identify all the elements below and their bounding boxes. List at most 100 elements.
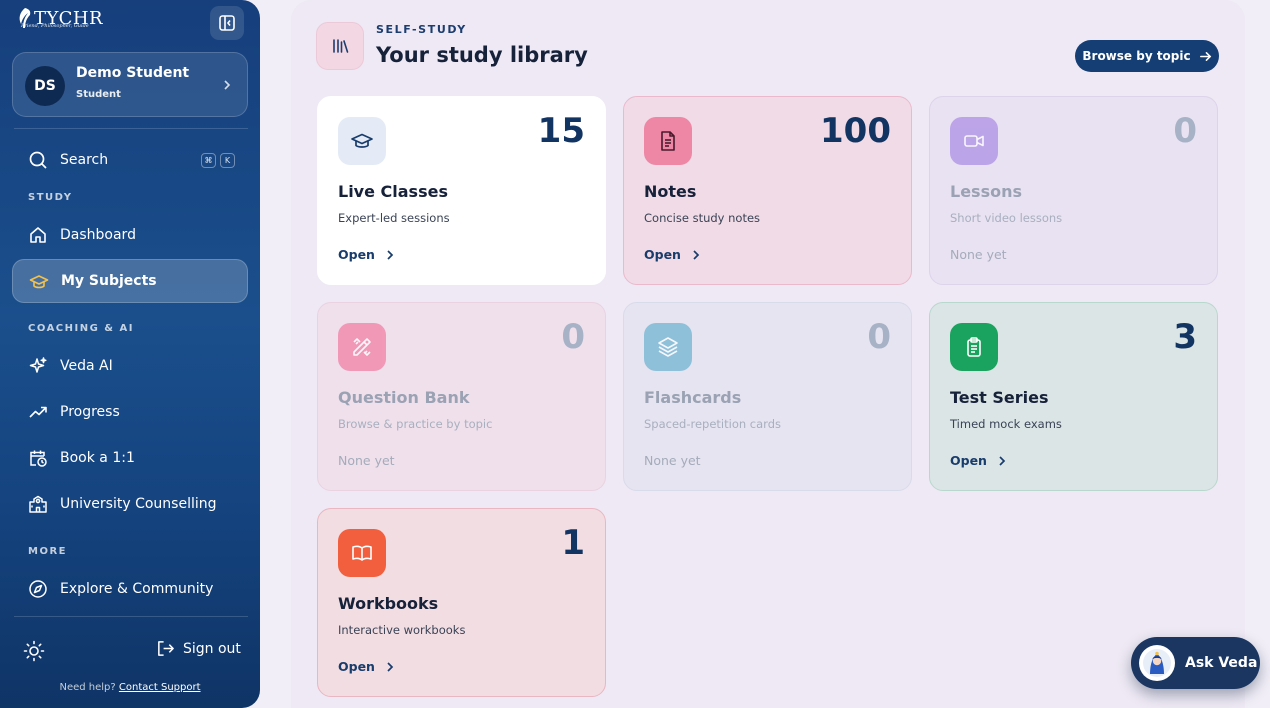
sidebar-item-progress[interactable]: Progress (12, 390, 248, 434)
sidebar-item-university-counselling[interactable]: University Counselling (12, 482, 248, 526)
sidebar-search[interactable]: Search ⌘ K (12, 138, 248, 182)
search-label: Search (60, 152, 109, 168)
card-count: 1 (561, 523, 585, 563)
sidebar-item-label: Book a 1:1 (60, 450, 135, 466)
shortcut-key-k: K (220, 153, 235, 168)
sun-icon[interactable] (22, 639, 46, 663)
trending-up-icon (29, 406, 47, 418)
chevron-right-icon (387, 661, 394, 672)
card-subtitle: Concise study notes (644, 211, 761, 225)
card-title: Live Classes (338, 182, 448, 201)
section-label-more: MORE (28, 546, 67, 557)
graduation-cap-icon (351, 133, 373, 148)
sidebar-divider (14, 128, 248, 129)
chevron-right-icon (387, 249, 394, 260)
card-title: Test Series (950, 388, 1049, 407)
section-label-study: STUDY (28, 192, 73, 203)
sidebar-item-veda-ai[interactable]: Veda AI (12, 344, 248, 388)
library-badge (316, 22, 364, 70)
card-empty-state: None yet (950, 247, 1007, 262)
library-card-workbooks[interactable]: 1 Workbooks Interactive workbooks Open (317, 508, 606, 697)
sparkles-icon (29, 357, 47, 373)
leaf-logo-icon (19, 8, 31, 28)
chevron-right-icon (224, 80, 231, 90)
card-open-link[interactable]: Open (950, 453, 1007, 468)
sidebar: TYCHR Friend, Philosopher, Guide DS Demo… (0, 0, 260, 708)
compass-icon (29, 580, 47, 598)
library-card-notes[interactable]: 100 Notes Concise study notes Open (623, 96, 912, 285)
home-icon (30, 227, 46, 243)
card-subtitle: Timed mock exams (950, 417, 1062, 431)
sidebar-item-book-1-1[interactable]: Book a 1:1 (12, 436, 248, 480)
panel-collapse-icon (219, 15, 235, 31)
card-subtitle: Interactive workbooks (338, 623, 466, 637)
card-count: 100 (820, 111, 891, 151)
card-empty-state: None yet (338, 453, 395, 468)
card-subtitle: Short video lessons (950, 211, 1063, 225)
library-card-live-classes[interactable]: 15 Live Classes Expert-led sessions Open (317, 96, 606, 285)
sidebar-divider (14, 616, 248, 617)
card-open-link[interactable]: Open (338, 659, 395, 674)
collapse-sidebar-button[interactable] (210, 6, 244, 40)
sidebar-item-my-subjects[interactable]: My Subjects (12, 259, 248, 303)
sidebar-item-dashboard[interactable]: Dashboard (12, 213, 248, 257)
card-subtitle: Spaced-repetition cards (644, 417, 781, 431)
card-action-label: None yet (338, 453, 395, 468)
library-card-flashcards[interactable]: 0 Flashcards Spaced-repetition cards Non… (623, 302, 912, 491)
log-out-icon (158, 641, 174, 656)
card-open-link[interactable]: Open (644, 247, 701, 262)
veda-avatar (1139, 645, 1175, 681)
card-action-label: Open (338, 659, 375, 674)
sign-out-label: Sign out (183, 640, 241, 657)
sidebar-item-label: Progress (60, 404, 120, 420)
card-action-label: Open (338, 247, 375, 262)
card-count: 0 (1173, 111, 1197, 151)
user-role: Student (76, 89, 121, 100)
pencil-ruler-icon (353, 338, 371, 356)
shortcut-key-cmd: ⌘ (201, 153, 216, 168)
chevron-right-icon (999, 455, 1006, 466)
browse-by-topic-button[interactable]: Browse by topic (1075, 40, 1219, 72)
card-action-label: Open (644, 247, 681, 262)
chevron-right-icon (693, 249, 700, 260)
ask-veda-label: Ask Veda (1185, 655, 1258, 671)
video-icon (964, 135, 984, 147)
sidebar-item-explore-community[interactable]: Explore & Community (12, 567, 248, 611)
ask-veda-button[interactable]: Ask Veda (1131, 637, 1260, 689)
arrow-right-icon (1199, 51, 1211, 61)
brand-tagline: Friend, Philosopher, Guide (21, 23, 89, 29)
school-icon (29, 495, 47, 513)
library-card-test-series[interactable]: 3 Test Series Timed mock exams Open (929, 302, 1218, 491)
card-title: Workbooks (338, 594, 439, 613)
card-empty-state: None yet (644, 453, 701, 468)
card-icon-badge (950, 117, 998, 165)
sidebar-item-label: Veda AI (60, 358, 113, 374)
card-icon-badge (338, 117, 386, 165)
card-open-link[interactable]: Open (338, 247, 395, 262)
library-icon (333, 39, 349, 53)
card-icon-badge (644, 117, 692, 165)
veda-mascot-icon (1143, 649, 1171, 677)
help-text: Need help? (59, 682, 116, 693)
card-action-label: None yet (950, 247, 1007, 262)
library-card-lessons[interactable]: 0 Lessons Short video lessons None yet (929, 96, 1218, 285)
search-icon (29, 151, 47, 169)
card-icon-badge (950, 323, 998, 371)
user-name: Demo Student (76, 65, 190, 81)
sign-out-button[interactable]: Sign out (156, 639, 241, 658)
contact-support-link[interactable]: Contact Support (119, 682, 201, 693)
user-profile-card[interactable]: DS Demo Student Student (12, 52, 248, 117)
avatar: DS (25, 66, 65, 106)
card-title: Lessons (950, 182, 1022, 201)
clipboard-icon (967, 337, 981, 357)
card-icon-badge (338, 529, 386, 577)
brand-logo[interactable]: TYCHR (16, 6, 103, 34)
help-footer: Need help? Contact Support (0, 682, 260, 693)
card-title: Flashcards (644, 388, 742, 407)
card-count: 15 (537, 111, 585, 151)
browse-by-topic-label: Browse by topic (1082, 49, 1191, 63)
sidebar-item-label: Dashboard (60, 227, 136, 243)
library-card-question-bank[interactable]: 0 Question Bank Browse & practice by top… (317, 302, 606, 491)
card-action-label: None yet (644, 453, 701, 468)
layers-icon (658, 337, 678, 357)
